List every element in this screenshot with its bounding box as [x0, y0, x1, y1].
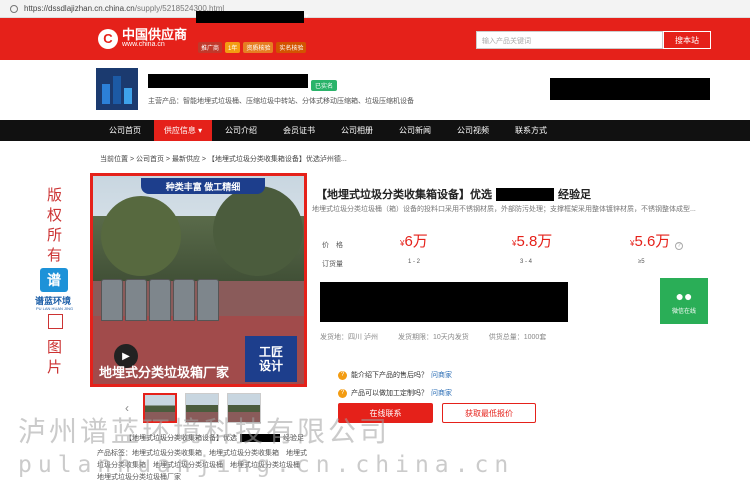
watermark-company: 泸州谱蓝环境科技有限公司: [18, 415, 391, 448]
shipping-item: 发货地：四川 泸州: [320, 334, 378, 341]
nav-item[interactable]: 联系方式: [502, 120, 560, 141]
product-title: 【地埋式垃圾分类收集箱设备】优选 经验足: [316, 187, 591, 201]
wechat-online-button[interactable]: ●● 微信在线: [660, 278, 708, 324]
verified-badge: 已实名: [311, 80, 338, 91]
search-button[interactable]: 搜本站: [663, 31, 711, 49]
nav-item[interactable]: 供应信息 ▾: [154, 120, 212, 141]
ask-seller-link[interactable]: 问商家: [431, 388, 452, 398]
member-badge: 资质核验: [243, 42, 274, 53]
price-qty: ≥5: [638, 259, 645, 265]
image-banner: 种类丰富 做工精细: [141, 178, 265, 194]
shipping-item: 供货总量：1000套: [488, 334, 547, 341]
lock-icon: [10, 4, 18, 13]
side-char: 图: [47, 338, 63, 356]
redacted-company-name: [196, 11, 304, 23]
address-bar[interactable]: https://dssdlajizhan.cn.china.cn/supply/…: [0, 0, 750, 18]
nav-item[interactable]: 公司视频: [444, 120, 502, 141]
side-char: 所: [47, 226, 63, 244]
wechat-icon: ●●: [675, 287, 693, 304]
image-caption: 地埋式分类垃圾箱厂家: [99, 365, 230, 380]
pulan-logo-icon: 谱: [40, 268, 68, 292]
logo-name: 中国供应商: [122, 27, 188, 42]
member-badges: 推广商 1年 资质核验 实名核验: [198, 42, 307, 53]
member-badge: 1年: [225, 42, 241, 53]
logo-mark-icon: C: [98, 28, 118, 49]
price-value: ¥6万: [400, 233, 428, 250]
nav-item[interactable]: 会员证书: [270, 120, 328, 141]
china-cn-logo[interactable]: C 中国供应商 www.china.cn: [98, 28, 187, 49]
faq-question: 能介绍下产品的售后吗？: [351, 372, 428, 379]
main-products: 主营产品：智能地埋式垃圾桶、压缩垃圾中转站、分体式移动压缩箱、垃圾压缩机设备: [148, 98, 414, 105]
question-icon: ?: [338, 370, 347, 380]
redacted-title-part: [496, 187, 554, 201]
bins-illustration: [101, 279, 219, 321]
craft-badge: 工匠 设计: [245, 336, 297, 382]
url-text: https://dssdlajizhan.cn.china.cn/supply/…: [24, 4, 225, 13]
question-icon: ?: [338, 388, 347, 398]
redacted-company-title: [148, 74, 308, 88]
nav-item[interactable]: 公司相册: [328, 120, 386, 141]
side-char: 版: [47, 186, 63, 204]
chevron-down-icon[interactable]: ▾: [305, 12, 309, 20]
breadcrumb: 当前位置 > 公司首页 > 最新供应 > 【地埋式垃圾分类收集箱设备】优选泸州德…: [100, 156, 347, 163]
price-value: ¥5.6万: [630, 233, 671, 250]
price-value: ¥5.8万: [512, 233, 553, 250]
shipping-info: 发货地：四川 泸州 发货期限：10天内发货 供货总量：1000套: [320, 332, 546, 342]
faq-item: ? 产品可以做加工定制吗？ 问商家: [338, 388, 452, 398]
price-label: 价 格: [322, 242, 343, 249]
faq-question: 产品可以做加工定制吗？: [351, 390, 428, 397]
price-qty: 1 - 2: [408, 259, 421, 265]
redacted-contact: [550, 78, 710, 100]
member-badge: 实名核验: [276, 42, 307, 53]
side-char: 片: [47, 358, 63, 376]
watermark-domain: pulanhuanjing.cn.china.cn: [18, 452, 515, 478]
side-box: [48, 314, 63, 329]
company-info: 已实名 主营产品：智能地埋式垃圾桶、压缩垃圾中转站、分体式移动压缩箱、垃圾压缩机…: [0, 60, 750, 118]
search-input[interactable]: 输入产品关键词: [476, 31, 663, 49]
quote-button[interactable]: 获取最低报价: [442, 403, 536, 423]
redacted-contact-block: [320, 282, 568, 322]
product-main-image[interactable]: 种类丰富 做工精细 ▶ 地埋式分类垃圾箱厂家 工匠 设计: [90, 173, 307, 387]
company-logo: [96, 68, 138, 110]
price-qty: 3 - 4: [520, 259, 533, 265]
shipping-item: 发货期限：10天内发货: [397, 334, 469, 341]
main-nav: 公司首页 供应信息 ▾ 公司介绍 会员证书 公司相册 公司新闻 公司视频 联系方式: [0, 120, 750, 141]
member-badge: 推广商: [198, 42, 223, 53]
product-description: 地埋式垃圾分类垃圾桶（箱）设备的投料口采用不锈钢材质，外部防污处理；支撑框架采用…: [312, 206, 696, 213]
ask-seller-link[interactable]: 问商家: [431, 370, 452, 380]
qty-label: 订货量: [322, 261, 343, 268]
faq-item: ? 能介绍下产品的售后吗？ 问商家: [338, 370, 452, 380]
faq-list: ? 能介绍下产品的售后吗？ 问商家? 产品可以做加工定制吗？ 问商家: [338, 370, 452, 406]
side-char: 权: [47, 206, 63, 224]
logo-site: www.china.cn: [122, 41, 165, 48]
help-icon[interactable]: ?: [675, 242, 683, 250]
side-char: 有: [47, 246, 63, 264]
nav-item[interactable]: 公司首页: [96, 120, 154, 141]
nav-item[interactable]: 公司新闻: [386, 120, 444, 141]
side-brand-en: PU LAN HUAN JING: [36, 306, 74, 311]
price-table: 价 格 订货量 ¥6万 1 - 2 ¥5.8万 3 - 4 ¥5.6万 ≥5 ?: [312, 226, 708, 272]
nav-item[interactable]: 公司介绍: [212, 120, 270, 141]
